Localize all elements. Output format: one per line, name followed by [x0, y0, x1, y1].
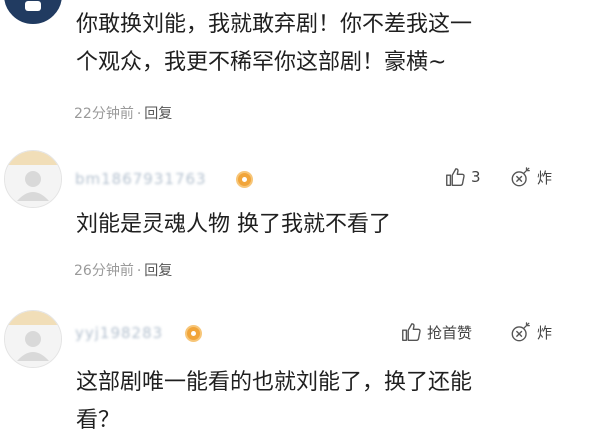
level-badge-icon	[236, 171, 253, 188]
first-like-label: 抢首赞	[427, 323, 473, 342]
comment-line: 个观众，我更不稀罕你这部剧！豪横~	[76, 50, 447, 75]
comment-meta: 22分钟前 · 回复	[74, 103, 172, 123]
username[interactable]: bm1867931763	[75, 170, 207, 188]
bomb-label: 炸	[537, 323, 553, 342]
comment-line: 这部剧唯一能看的也就刘能了，换了还能	[76, 370, 473, 395]
avatar[interactable]	[4, 150, 62, 208]
bomb-button[interactable]: 炸	[510, 166, 552, 188]
comment-time: 22分钟前	[74, 106, 134, 122]
thumbs-up-icon	[446, 168, 465, 186]
first-like-button[interactable]: 抢首赞	[400, 321, 472, 343]
bomb-icon	[511, 167, 530, 187]
comment-text: 这部剧唯一能看的也就刘能了，换了还能 看？	[76, 364, 472, 440]
avatar[interactable]	[4, 0, 62, 24]
comment-time: 26分钟前	[74, 263, 134, 279]
default-avatar-icon	[5, 311, 61, 367]
comment-text: 你敢换刘能，我就敢弃剧！你不差我这一 个观众，我更不稀罕你这部剧！豪横~	[76, 6, 472, 82]
comment-meta: 26分钟前 · 回复	[74, 260, 172, 280]
comment-line: 看？	[76, 408, 121, 433]
bomb-icon	[511, 322, 530, 342]
comment-line: 你敢换刘能，我就敢弃剧！你不差我这一	[76, 12, 473, 37]
reply-button[interactable]: 回复	[144, 263, 172, 279]
default-avatar-icon	[5, 151, 61, 207]
bomb-label: 炸	[537, 168, 553, 187]
username[interactable]: yyj198283	[75, 324, 163, 342]
reply-button[interactable]: 回复	[144, 106, 172, 122]
like-count: 3	[471, 168, 481, 186]
comment-line: 刘能是灵魂人物 换了我就不看了	[76, 212, 391, 237]
thumbs-up-icon	[402, 323, 421, 341]
avatar-image-icon	[5, 0, 61, 23]
separator-dot: ·	[136, 106, 142, 122]
avatar[interactable]	[4, 310, 62, 368]
comment-text: 刘能是灵魂人物 换了我就不看了	[76, 206, 391, 244]
like-button[interactable]: 3	[444, 166, 481, 188]
separator-dot: ·	[136, 263, 142, 279]
bomb-button[interactable]: 炸	[510, 321, 552, 343]
level-badge-icon	[185, 325, 202, 342]
